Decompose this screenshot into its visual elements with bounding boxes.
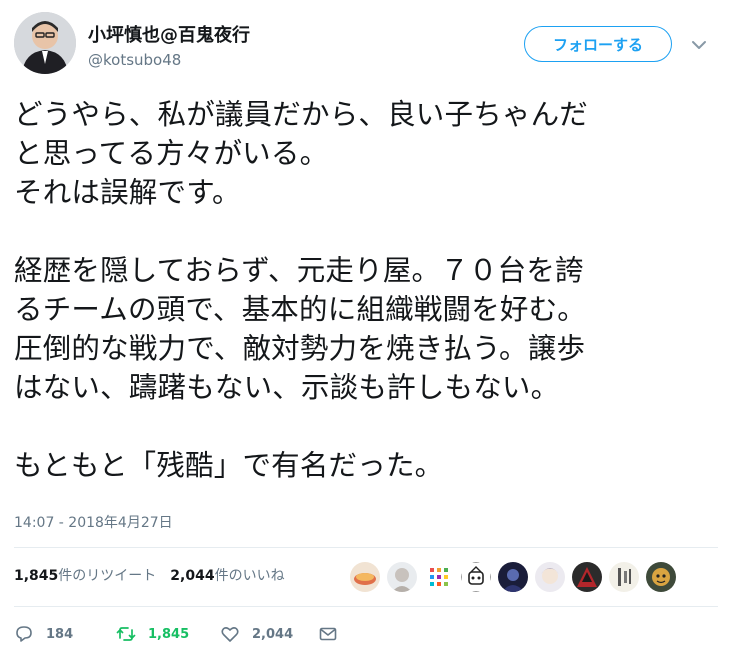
retweet-label[interactable]: 件のリツイート [58,568,156,584]
tweet-actions: 184 1,845 2,044 [14,622,414,646]
tweet-line: 経歴を隠しておらず、元走り屋。７０台を誇 [14,254,584,287]
divider [14,547,718,548]
tweet-line: もともと「残酷」で有名だった。 [14,449,444,482]
tweet-line: はない、躊躇もない、示談も許しもない。 [14,371,560,404]
liker-avatar[interactable] [535,562,565,592]
chevron-down-icon[interactable] [690,36,708,54]
liker-avatar[interactable] [498,562,528,592]
like-count-action: 2,044 [252,626,294,642]
tweet-line: 圧倒的な戦力で、敵対勢力を焼き払う。譲歩 [14,332,586,365]
tweet-timestamp[interactable]: 14:07 - 2018年4月27日 [14,512,173,532]
retweet-count[interactable]: 1,845 [14,568,58,584]
tweet-line: るチームの頭で、基本的に組織戦闘を好む。 [14,293,587,326]
like-count[interactable]: 2,044 [170,568,214,584]
reply-count: 184 [46,626,74,642]
like-button[interactable]: 2,044 [220,622,293,646]
retweet-count-action: 1,845 [148,626,190,642]
reply-icon [16,626,32,642]
liker-avatar[interactable] [609,562,639,592]
display-name[interactable]: 小坪慎也@百鬼夜行 [88,21,250,47]
reply-button[interactable]: 184 [14,622,73,646]
tweet-stats: 1,845件のリツイート 2,044件のいいね [14,565,285,585]
divider [14,606,718,607]
tweet-header: 小坪慎也@百鬼夜行 @kotsubo48 フォローする [14,12,718,78]
tweet-text: どうやら、私が議員だから、良い子ちゃんだ と思ってる方々がいる。 それは誤解です… [14,95,720,485]
follow-button[interactable]: フォローする [524,26,672,62]
liker-avatar[interactable] [424,562,454,592]
liker-avatar[interactable] [646,562,676,592]
heart-icon [221,627,239,642]
envelope-icon [319,627,337,641]
tweet-line: と思ってる方々がいる。 [14,137,329,170]
liker-avatar[interactable] [572,562,602,592]
liker-avatar[interactable] [387,562,417,592]
tweet-line: それは誤解です。 [14,176,241,209]
tweet-line: どうやら、私が議員だから、良い子ちゃんだ [14,98,589,131]
direct-message-button[interactable] [318,622,338,646]
user-handle[interactable]: @kotsubo48 [88,51,181,69]
retweet-button[interactable]: 1,845 [116,622,189,646]
like-label[interactable]: 件のいいね [215,568,285,584]
liker-avatar[interactable] [461,562,491,592]
liker-avatar[interactable] [350,562,380,592]
retweet-icon [116,627,136,641]
avatar[interactable] [14,12,76,74]
liker-avatars [350,562,683,592]
